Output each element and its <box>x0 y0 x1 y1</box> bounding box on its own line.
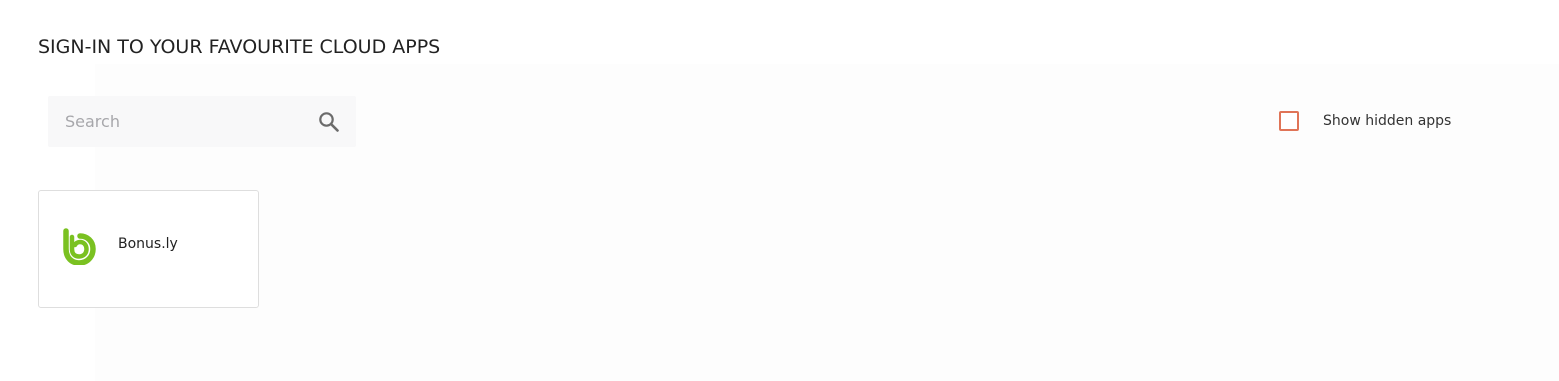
bonusly-logo-icon <box>59 227 97 266</box>
show-hidden-apps-checkbox[interactable] <box>1279 111 1299 131</box>
search-input[interactable] <box>48 96 308 147</box>
app-tile-bonusly[interactable]: Bonus.ly <box>38 190 259 308</box>
search-box[interactable] <box>48 96 356 147</box>
search-icon[interactable] <box>317 110 341 134</box>
page-title: SIGN-IN TO YOUR FAVOURITE CLOUD APPS <box>38 36 441 58</box>
show-hidden-apps-label: Show hidden apps <box>1323 113 1452 129</box>
app-launcher-page: SIGN-IN TO YOUR FAVOURITE CLOUD APPS Sho… <box>0 0 1559 381</box>
app-name: Bonus.ly <box>118 236 178 252</box>
show-hidden-apps-toggle[interactable]: Show hidden apps <box>1279 110 1451 132</box>
